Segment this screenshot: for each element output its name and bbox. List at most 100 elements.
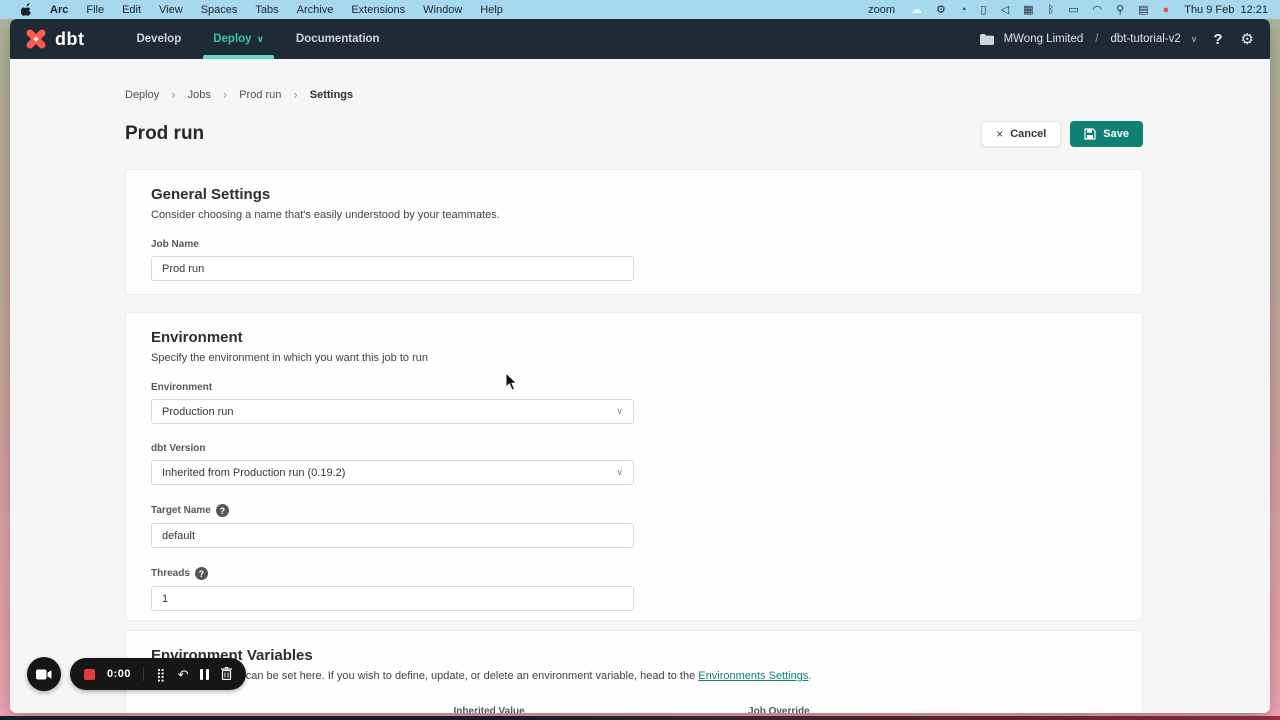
clock-icon[interactable]: ◔	[953, 4, 974, 16]
breadcrumb-prod-run[interactable]: Prod run	[239, 89, 281, 101]
general-settings-card: General Settings Consider choosing a nam…	[125, 169, 1143, 295]
volume-icon[interactable]: ◁	[994, 3, 1016, 16]
folder-icon	[980, 34, 994, 45]
breadcrumb-settings: Settings	[310, 89, 353, 101]
page-content: Deploy › Jobs › Prod run › Settings Prod…	[10, 59, 1270, 713]
stop-recording-button[interactable]	[84, 669, 95, 680]
dbt-logo-text: dbt	[55, 29, 84, 50]
nav-deploy-label: Deploy	[213, 33, 251, 45]
nav-documentation[interactable]: Documentation	[280, 19, 396, 59]
display-icon[interactable]: ▤	[1131, 3, 1155, 16]
env-vars-header-key	[151, 706, 344, 713]
menu-edit[interactable]: Edit	[113, 4, 150, 16]
save-floppy-icon	[1084, 128, 1096, 140]
menubar-app-name[interactable]: Arc	[41, 4, 77, 16]
macos-menubar: Arc File Edit View Spaces Tabs Archive E…	[0, 0, 1280, 19]
save-button-label: Save	[1103, 128, 1129, 140]
target-name-field-group: Target Name ?	[151, 504, 1117, 548]
job-name-field-group: Job Name	[151, 239, 1117, 281]
dbt-version-field-group: dbt Version Inherited from Production ru…	[151, 443, 1117, 485]
window-icon[interactable]: ▯	[974, 3, 994, 16]
menu-extensions[interactable]: Extensions	[342, 4, 414, 16]
restart-recording-icon[interactable]: ↶	[178, 668, 189, 681]
menu-archive[interactable]: Archive	[288, 4, 343, 16]
help-icon[interactable]: ?	[195, 567, 208, 580]
chevron-down-icon: ∨	[616, 406, 623, 417]
target-name-label-text: Target Name	[151, 505, 211, 516]
nav-develop-label: Develop	[136, 33, 181, 45]
apple-icon	[21, 3, 32, 16]
environment-label: Environment	[151, 382, 1117, 393]
cancel-button-label: Cancel	[1010, 128, 1046, 140]
breadcrumb-jobs[interactable]: Jobs	[188, 89, 211, 101]
calendar-icon[interactable]: ▦	[1016, 3, 1040, 16]
chevron-right-icon: ›	[171, 87, 175, 102]
dbt-version-select-value: Inherited from Production run (0.19.2)	[162, 467, 345, 479]
recording-toolbar: 0:00 ⣿ ↶	[70, 658, 246, 690]
environment-select-value: Production run	[162, 406, 234, 418]
menu-view[interactable]: View	[150, 4, 192, 16]
project-selector[interactable]: dbt-tutorial-v2	[1110, 33, 1180, 45]
trash-icon	[221, 667, 232, 680]
search-icon[interactable]: ⚲	[1109, 3, 1131, 16]
bluetooth-icon[interactable]: ᛒ	[1040, 4, 1061, 16]
target-name-label: Target Name ?	[151, 504, 1117, 517]
help-button[interactable]: ?	[1207, 31, 1228, 48]
account-project-separator: /	[1093, 33, 1100, 45]
camera-bubble-button[interactable]	[27, 657, 61, 691]
chevron-right-icon: ›	[223, 87, 227, 102]
chevron-right-icon: ›	[293, 87, 297, 102]
environment-variables-table: Inherited Value Job Override	[151, 700, 1117, 713]
env-vars-header-job-override: Job Override	[634, 706, 924, 713]
threads-field-group: Threads ?	[151, 567, 1117, 611]
menubar-zoom-label[interactable]: zoom	[859, 4, 904, 16]
menu-window[interactable]: Window	[414, 4, 471, 16]
dbt-version-select[interactable]: Inherited from Production run (0.19.2) ∨	[151, 460, 634, 485]
pause-recording-button[interactable]	[200, 669, 209, 680]
environment-field-group: Environment Production run ∨	[151, 382, 1117, 424]
wifi-icon[interactable]: ◠	[1085, 3, 1109, 16]
environment-select[interactable]: Production run ∨	[151, 399, 634, 424]
account-name[interactable]: MWong Limited	[1004, 33, 1084, 45]
job-name-label: Job Name	[151, 239, 1117, 250]
threads-label: Threads ?	[151, 567, 1117, 580]
environments-settings-link[interactable]: Environments Settings	[698, 670, 808, 682]
save-button[interactable]: Save	[1070, 121, 1143, 147]
general-settings-description: Consider choosing a name that's easily u…	[151, 209, 1117, 221]
cancel-button[interactable]: × Cancel	[981, 121, 1061, 147]
chevron-down-icon: ∨	[257, 34, 264, 45]
menu-tabs[interactable]: Tabs	[246, 4, 287, 16]
video-camera-icon	[36, 669, 52, 680]
menu-file[interactable]: File	[77, 4, 113, 16]
target-name-input[interactable]	[151, 523, 634, 548]
menu-help[interactable]: Help	[471, 4, 512, 16]
general-settings-heading: General Settings	[151, 186, 1117, 203]
gear-icon[interactable]: ⚙	[929, 3, 953, 16]
breadcrumb: Deploy › Jobs › Prod run › Settings	[125, 87, 1270, 102]
nav-develop[interactable]: Develop	[120, 19, 197, 59]
battery-icon[interactable]: ▭	[1061, 3, 1085, 16]
menu-spaces[interactable]: Spaces	[192, 4, 247, 16]
chevron-down-icon: ∨	[616, 467, 623, 478]
dbt-logo[interactable]: dbt	[24, 19, 84, 59]
environment-description: Specify the environment in which you wan…	[151, 352, 1117, 364]
recording-indicator-icon[interactable]: ●	[1156, 4, 1177, 16]
cloud-icon[interactable]: ☁	[904, 3, 929, 16]
job-name-input[interactable]	[151, 256, 634, 281]
dbt-logo-icon	[24, 27, 48, 51]
chevron-down-icon[interactable]: ∨	[1191, 34, 1198, 45]
dock-edge	[0, 716, 1280, 720]
help-icon[interactable]: ?	[216, 504, 229, 517]
browser-window: dbt Develop Deploy ∨ Documentation MWong…	[10, 19, 1270, 713]
apple-menu-icon[interactable]	[12, 3, 41, 16]
menubar-clock[interactable]: Thu 9 Feb 12:21	[1176, 4, 1268, 16]
settings-gear-icon[interactable]: ⚙	[1239, 30, 1256, 48]
nav-documentation-label: Documentation	[296, 33, 380, 45]
environment-heading: Environment	[151, 329, 1117, 346]
click-highlight-icon[interactable]: ⣿	[156, 668, 166, 681]
threads-input[interactable]	[151, 586, 634, 611]
environment-variables-heading: Environment Variables	[151, 647, 1117, 664]
nav-deploy[interactable]: Deploy ∨	[197, 19, 280, 59]
delete-recording-icon[interactable]	[221, 667, 232, 682]
breadcrumb-deploy[interactable]: Deploy	[125, 89, 159, 101]
